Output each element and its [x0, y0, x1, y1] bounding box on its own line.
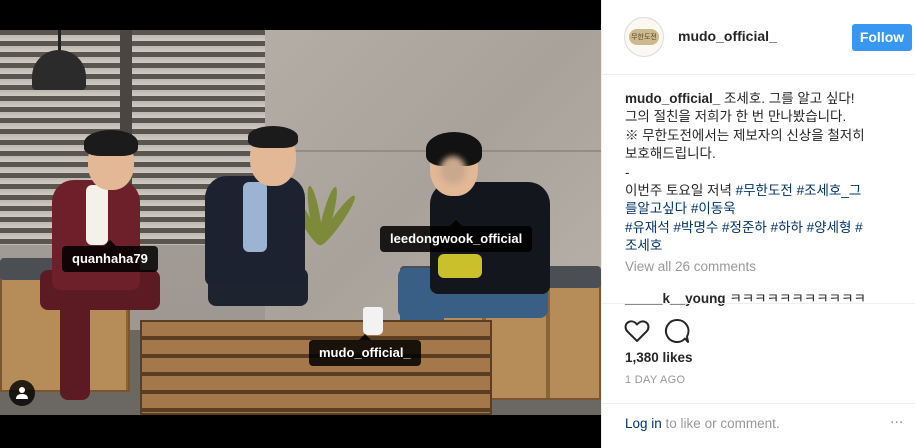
caption: mudo_official_ 조세호. 그를 알고 싶다! 그의 절친을 저희가… [625, 90, 895, 256]
avatar[interactable]: 무한도전 [624, 17, 664, 57]
follow-button[interactable]: Follow [852, 24, 912, 51]
more-options-button[interactable]: ... [890, 410, 903, 428]
coffee-table [140, 320, 492, 415]
hashtag-line9[interactable]: 조세호 [625, 237, 895, 255]
photo-tag-bottom[interactable]: mudo_official_ [309, 334, 421, 366]
caption-line1: 조세호. 그를 알고 싶다! [720, 91, 855, 106]
caption-line6: 이번주 토요일 저녁 [625, 183, 736, 199]
lamp-cord [58, 30, 61, 52]
caption-line4: 보호해드립니다. [625, 146, 716, 162]
login-prompt: Log in to like or comment. [625, 416, 780, 431]
like-button[interactable] [624, 318, 650, 344]
instagram-post: quanhaha79 leedongwook_official mudo_off… [0, 0, 915, 448]
hashtag-line8[interactable]: #유재석 #박명수 #정준하 #하하 #양세형 # [625, 219, 895, 237]
post-sidebar: 무한도전 mudo_official_ Follow mudo_official… [601, 0, 915, 448]
likes-count[interactable]: 1,380 likes [625, 350, 693, 365]
login-bar: Log in to like or comment. ... [602, 403, 915, 448]
caption-line5: - [625, 164, 630, 180]
cup [363, 307, 383, 335]
photo-scene [0, 30, 601, 415]
person-icon [16, 387, 28, 399]
view-all-comments-link[interactable]: View all 26 comments [625, 259, 756, 274]
caption-username[interactable]: mudo_official_ [625, 91, 720, 106]
avatar-logo: 무한도전 [629, 29, 659, 45]
post-date: 1 DAY AGO [625, 374, 686, 386]
heart-icon [624, 320, 650, 342]
login-rest: to like or comment. [661, 416, 780, 431]
post-photo[interactable]: quanhaha79 leedongwook_official mudo_off… [0, 0, 601, 448]
post-header: 무한도전 mudo_official_ Follow [602, 0, 915, 75]
comment-icon [664, 318, 690, 343]
photo-tag-right[interactable]: leedongwook_official [380, 220, 533, 252]
comment-button[interactable] [664, 318, 690, 344]
caption-line2: 그의 절친을 저희가 한 번 만나봤습니다. [625, 109, 847, 125]
header-username[interactable]: mudo_official_ [678, 28, 777, 44]
caption-line3: ※ 무한도전에서는 제보자의 신상을 철저히 [625, 127, 865, 143]
login-link[interactable]: Log in [625, 416, 662, 431]
hashtag-line7[interactable]: 를알고싶다 #이동욱 [625, 200, 895, 218]
photo-tag-left[interactable]: quanhaha79 [62, 240, 158, 272]
hashtag-line6[interactable]: #무한도전 #조세호_그 [736, 183, 862, 198]
tagged-users-button[interactable] [9, 380, 35, 406]
